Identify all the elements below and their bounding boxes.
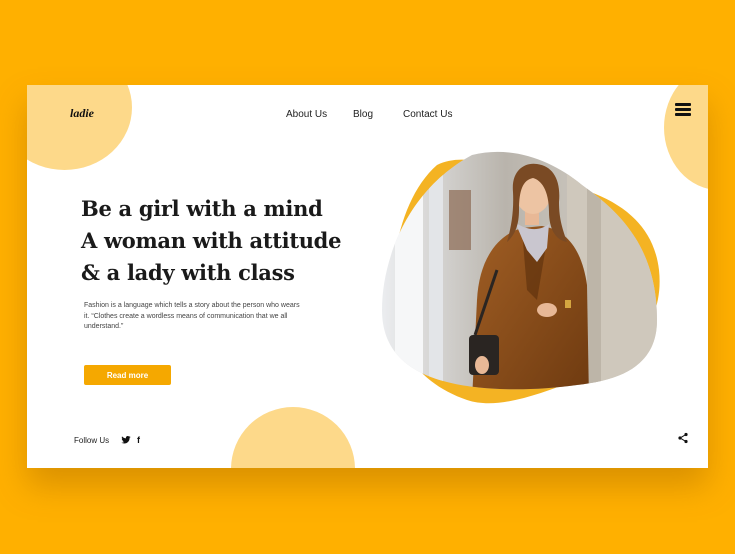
headline-line-3: & a lady with class (81, 260, 295, 285)
decorative-circle-bottom (231, 407, 355, 468)
follow-us-label: Follow Us (74, 436, 110, 445)
nav-link-about-us[interactable]: About Us (286, 109, 327, 120)
decorative-circle-top-right (664, 85, 708, 190)
twitter-icon[interactable] (121, 435, 131, 445)
hero-headline: Be a girl with a mind A woman with attit… (81, 193, 381, 289)
hamburger-menu-icon[interactable] (675, 103, 691, 117)
headline-line-1: Be a girl with a mind (81, 196, 323, 221)
nav-link-contact-us[interactable]: Contact Us (403, 109, 452, 120)
headline-line-2: A woman with attitude (81, 228, 342, 253)
facebook-icon[interactable]: f (137, 434, 140, 446)
landing-card: ladie About Us Blog Contact Us Be a girl… (27, 85, 708, 468)
hero-description: Fashion is a language which tells a stor… (84, 302, 300, 330)
brand-logo[interactable]: ladie (70, 106, 94, 121)
nav-link-blog[interactable]: Blog (353, 109, 373, 120)
share-icon[interactable] (677, 432, 689, 444)
read-more-button[interactable]: Read more (84, 365, 171, 385)
hero-image (382, 151, 660, 404)
decorative-circle-top-left (27, 85, 132, 170)
